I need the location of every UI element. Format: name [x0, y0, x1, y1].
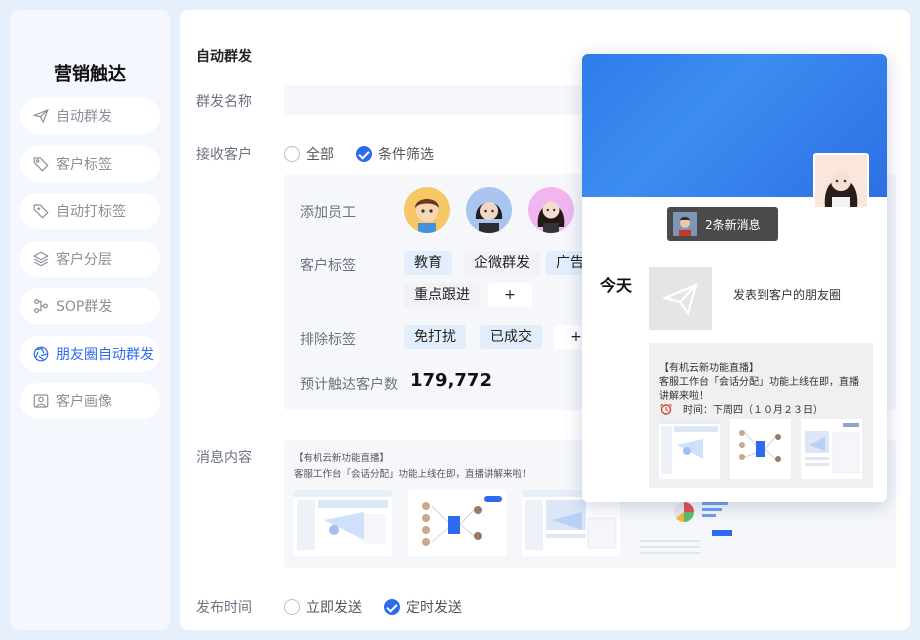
radio-checked-icon	[356, 146, 372, 162]
sidebar-item-label: 客户标签	[56, 156, 112, 173]
alarm-clock-icon	[660, 403, 672, 415]
post-time: 时间：下周四（１０月２３日）	[683, 405, 823, 416]
paper-plane-icon	[32, 108, 49, 124]
sidebar-item-auto-tagging[interactable]: 自动打标签	[20, 193, 160, 229]
broadcast-name-input[interactable]	[284, 85, 604, 115]
today-label: 今天	[600, 276, 633, 295]
exclude-tag-label: 排除标签	[300, 332, 356, 348]
message-body: 客服工作台「会话分配」功能上线在即，直播讲解来啦！	[294, 469, 532, 480]
radio-icon	[284, 146, 300, 162]
post-image	[801, 419, 862, 479]
receiver-option-all[interactable]: 全部	[284, 144, 334, 164]
publish-label: 发布时间	[196, 600, 252, 616]
receiver-options: 全部 条件筛选	[284, 144, 456, 164]
message-sender-avatar	[673, 212, 697, 236]
preview-avatar	[813, 153, 869, 209]
sidebar-item-sop-broadcast[interactable]: SOP群发	[20, 288, 160, 324]
sidebar-item-label: 客户画像	[56, 394, 112, 410]
sidebar-item-label: 朋友圈自动群发	[56, 346, 154, 363]
share-description: 发表到客户的朋友圈	[733, 288, 842, 302]
receiver-label: 接收客户	[196, 147, 252, 163]
message-label: 消息内容	[196, 450, 252, 466]
option-label: 定时发送	[406, 600, 462, 616]
name-label: 群发名称	[196, 94, 252, 110]
flow-icon	[34, 299, 48, 313]
staff-avatar[interactable]	[404, 187, 450, 233]
reach-count: 179,772	[410, 370, 492, 391]
post-title: 【有机云新功能直播】	[659, 363, 759, 374]
staff-label: 添加员工	[300, 205, 356, 221]
staff-avatar[interactable]	[528, 187, 574, 233]
option-label: 全部	[306, 147, 334, 163]
sidebar-item-label: 自动群发	[56, 109, 112, 125]
post-body: 客服工作台「会话分配」功能上线在即，直播	[659, 377, 859, 388]
option-label: 立即发送	[306, 600, 362, 616]
exclude-tag[interactable]: 免打扰	[404, 325, 466, 349]
sidebar-item-label: SOP群发	[56, 299, 113, 315]
sidebar-item-label: 自动打标签	[56, 204, 126, 220]
sidebar-item-moments-broadcast[interactable]: 朋友圈自动群发	[20, 335, 160, 372]
layers-icon	[33, 251, 49, 266]
customer-tag[interactable]: 企微群发	[464, 251, 540, 275]
sidebar-item-customer-tags[interactable]: 客户标签	[20, 145, 160, 182]
tag-icon	[33, 156, 49, 172]
message-image[interactable]	[294, 490, 392, 556]
new-messages-text: 2条新消息	[705, 217, 761, 232]
message-image[interactable]	[408, 490, 506, 556]
moments-preview: 2条新消息 今天 发表到客户的朋友圈 【有机云新功能直播】 客服工作台「会话分配…	[582, 54, 887, 502]
sidebar-item-customer-layers[interactable]: 客户分层	[20, 240, 160, 277]
post-image	[659, 419, 720, 479]
tag-plus-icon	[33, 204, 49, 219]
exclude-tag[interactable]: 已成交	[480, 325, 542, 349]
message-title: 【有机云新功能直播】	[294, 453, 390, 464]
post-body-cont: 讲解来啦！	[659, 391, 709, 402]
share-thumbnail	[649, 267, 712, 330]
sidebar-nav: 自动群发 客户标签 自动打标签 客户分层 SOP群发 朋友圈自动群发 客户画像	[20, 98, 160, 431]
post-image	[730, 419, 791, 479]
staff-avatar[interactable]	[466, 187, 512, 233]
publish-options: 立即发送 定时发送	[284, 597, 484, 617]
sidebar-item-customer-portrait[interactable]: 客户画像	[20, 383, 160, 419]
radio-icon	[284, 599, 300, 615]
sidebar-item-label: 客户分层	[56, 251, 112, 268]
publish-option-now[interactable]: 立即发送	[284, 597, 362, 617]
option-label: 条件筛选	[378, 147, 434, 163]
reach-label: 预计触达客户数	[300, 377, 398, 393]
radio-checked-icon	[384, 599, 400, 615]
sidebar-item-auto-broadcast[interactable]: 自动群发	[20, 98, 160, 134]
moments-post[interactable]: 【有机云新功能直播】 客服工作台「会话分配」功能上线在即，直播 讲解来啦！ 时间…	[649, 343, 873, 488]
new-messages-badge[interactable]: 2条新消息	[667, 207, 778, 241]
paper-plane-icon	[661, 282, 698, 315]
sidebar: 营销触达 自动群发 客户标签 自动打标签 客户分层 SOP群发 朋友圈自动群发 …	[10, 10, 170, 630]
customer-tag[interactable]: 教育	[404, 251, 452, 275]
aperture-icon	[33, 346, 49, 361]
publish-option-scheduled[interactable]: 定时发送	[384, 597, 462, 617]
sidebar-title: 营销触达	[54, 64, 126, 85]
post-time-row: 时间：下周四（１０月２３日）	[659, 401, 823, 416]
portrait-icon	[33, 394, 49, 408]
page-title: 自动群发	[196, 49, 252, 65]
add-tag-button[interactable]: +	[488, 283, 532, 307]
receiver-option-filter[interactable]: 条件筛选	[356, 144, 434, 164]
customer-tag-label: 客户标签	[300, 258, 356, 274]
customer-tag[interactable]: 重点跟进	[404, 283, 480, 307]
